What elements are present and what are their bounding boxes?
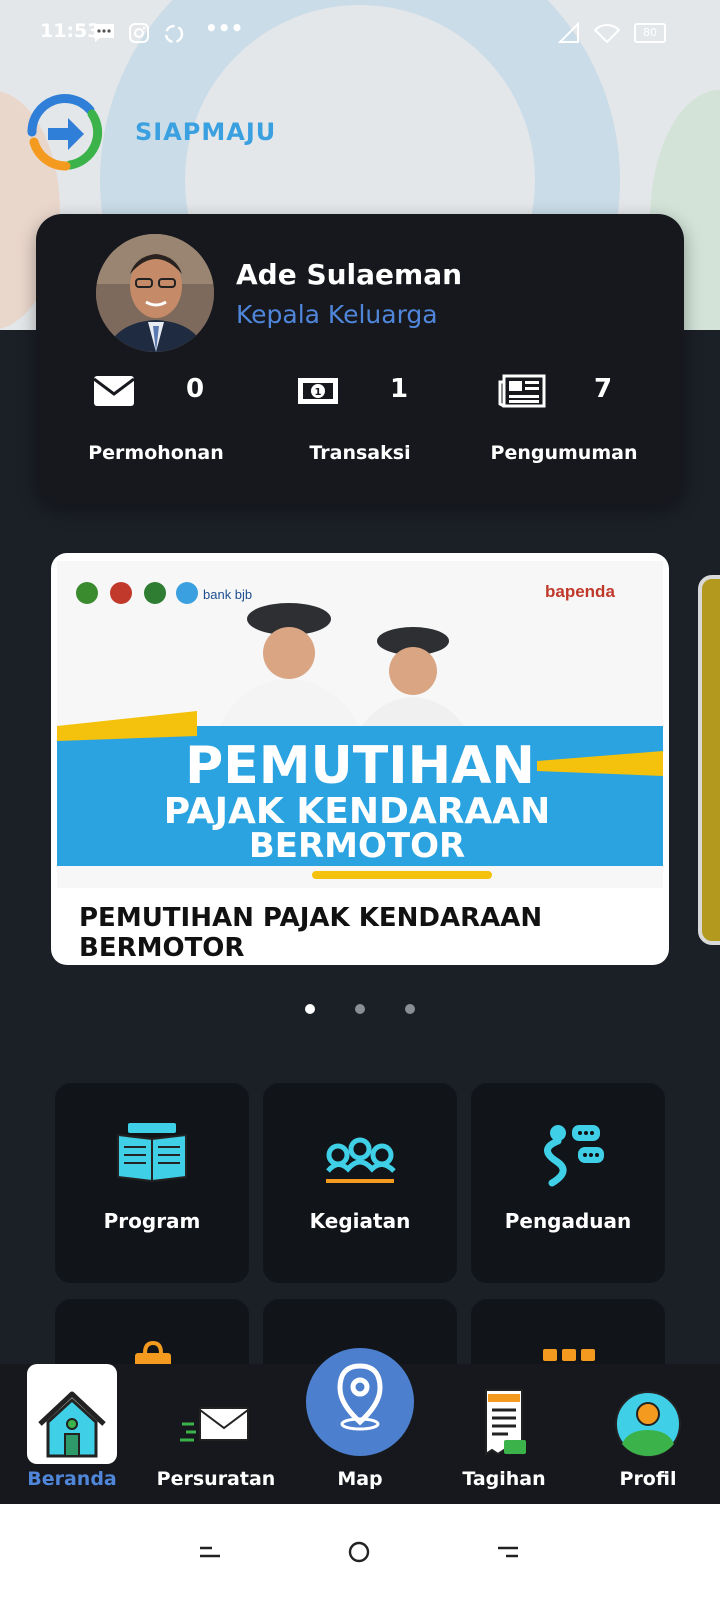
banner-image: bank bjb bapenda PEMUTIHAN PAJAK KENDARA… bbox=[57, 561, 663, 888]
mail-send-icon bbox=[180, 1407, 249, 1442]
carousel-indicator bbox=[0, 1004, 720, 1014]
menu-label: Kegiatan bbox=[309, 1209, 411, 1233]
banner-agency: bapenda bbox=[545, 582, 615, 601]
siapmaju-logo-icon bbox=[27, 94, 103, 171]
nav-persuratan[interactable]: Persuratan bbox=[144, 1364, 288, 1504]
stat-count: 7 bbox=[594, 374, 613, 404]
nav-label: Beranda bbox=[27, 1468, 117, 1490]
invoice-icon bbox=[485, 1389, 526, 1456]
stat-label: Pengumuman bbox=[490, 442, 638, 464]
more-notifications-icon: ••• bbox=[205, 16, 244, 40]
user-icon bbox=[615, 1391, 681, 1457]
svg-text:1: 1 bbox=[315, 387, 322, 398]
stat-label: Permohonan bbox=[88, 442, 224, 464]
user-name: Ade Sulaeman bbox=[236, 258, 463, 291]
newspaper-icon bbox=[498, 374, 546, 408]
nav-label: Map bbox=[337, 1468, 383, 1490]
nav-map[interactable]: Map bbox=[288, 1363, 432, 1504]
nav-profil[interactable]: Profil bbox=[576, 1364, 720, 1504]
home-icon bbox=[38, 1391, 106, 1458]
stat-transaksi[interactable]: 1 1 Transaksi bbox=[260, 370, 460, 480]
more-apps-icon bbox=[543, 1349, 595, 1361]
next-banner-card[interactable] bbox=[698, 575, 720, 945]
menu-button-icon[interactable] bbox=[198, 1544, 222, 1560]
stat-count: 1 bbox=[390, 374, 409, 404]
battery-icon: 80 bbox=[634, 23, 666, 43]
sync-icon bbox=[164, 24, 184, 44]
pengaduan-chat-icon bbox=[544, 1125, 604, 1187]
announcement-banner[interactable]: bank bjb bapenda PEMUTIHAN PAJAK KENDARA… bbox=[51, 553, 669, 965]
system-navigation-bar bbox=[0, 1504, 720, 1600]
stat-label: Transaksi bbox=[309, 442, 411, 464]
signal-icon bbox=[558, 22, 579, 43]
message-icon bbox=[94, 24, 114, 42]
kegiatan-people-icon bbox=[326, 1137, 396, 1183]
banner-partner: bank bjb bbox=[203, 587, 252, 602]
home-button-icon[interactable] bbox=[347, 1540, 371, 1564]
instagram-icon bbox=[129, 23, 149, 43]
profile-card[interactable]: Ade Sulaeman Kepala Keluarga 0 Permohona… bbox=[36, 214, 684, 504]
carousel-dot[interactable] bbox=[305, 1004, 315, 1014]
menu-kegiatan[interactable]: Kegiatan bbox=[263, 1083, 457, 1283]
nav-tagihan[interactable]: Tagihan bbox=[432, 1364, 576, 1504]
banner-headline-1: PEMUTIHAN bbox=[185, 736, 535, 796]
money-icon: 1 bbox=[298, 378, 338, 404]
map-pin-icon bbox=[337, 1363, 383, 1431]
carousel-dot[interactable] bbox=[355, 1004, 365, 1014]
program-book-icon bbox=[117, 1123, 187, 1183]
carousel-dot[interactable] bbox=[405, 1004, 415, 1014]
nav-label: Profil bbox=[619, 1468, 677, 1490]
menu-label: Pengaduan bbox=[504, 1209, 632, 1233]
mail-icon bbox=[93, 376, 135, 406]
stat-pengumuman[interactable]: 7 Pengumuman bbox=[464, 370, 664, 480]
menu-program[interactable]: Program bbox=[55, 1083, 249, 1283]
banner-title: PEMUTIHAN PAJAK KENDARAAN BERMOTOR bbox=[79, 903, 543, 963]
nav-beranda[interactable]: Beranda bbox=[0, 1364, 144, 1504]
back-button-icon[interactable] bbox=[496, 1544, 520, 1560]
wifi-icon bbox=[594, 24, 620, 43]
avatar-photo bbox=[96, 234, 214, 352]
stat-permohonan[interactable]: 0 Permohonan bbox=[56, 370, 256, 480]
nav-label: Persuratan bbox=[156, 1468, 276, 1490]
avatar[interactable] bbox=[96, 234, 214, 352]
menu-pengaduan[interactable]: Pengaduan bbox=[471, 1083, 665, 1283]
nav-label: Tagihan bbox=[462, 1468, 546, 1490]
user-role: Kepala Keluarga bbox=[236, 300, 438, 329]
stat-count: 0 bbox=[186, 374, 205, 404]
status-bar: 11:53 ••• 80 bbox=[0, 16, 720, 52]
bottom-navigation: Beranda Persuratan Map Tagihan Profil bbox=[0, 1348, 720, 1504]
app-brand: SIAPMAJU bbox=[135, 118, 277, 146]
banner-headline-3: BERMOTOR bbox=[249, 826, 465, 866]
menu-label: Program bbox=[103, 1209, 201, 1233]
banner-artwork: bank bjb bapenda PEMUTIHAN PAJAK KENDARA… bbox=[57, 561, 663, 888]
